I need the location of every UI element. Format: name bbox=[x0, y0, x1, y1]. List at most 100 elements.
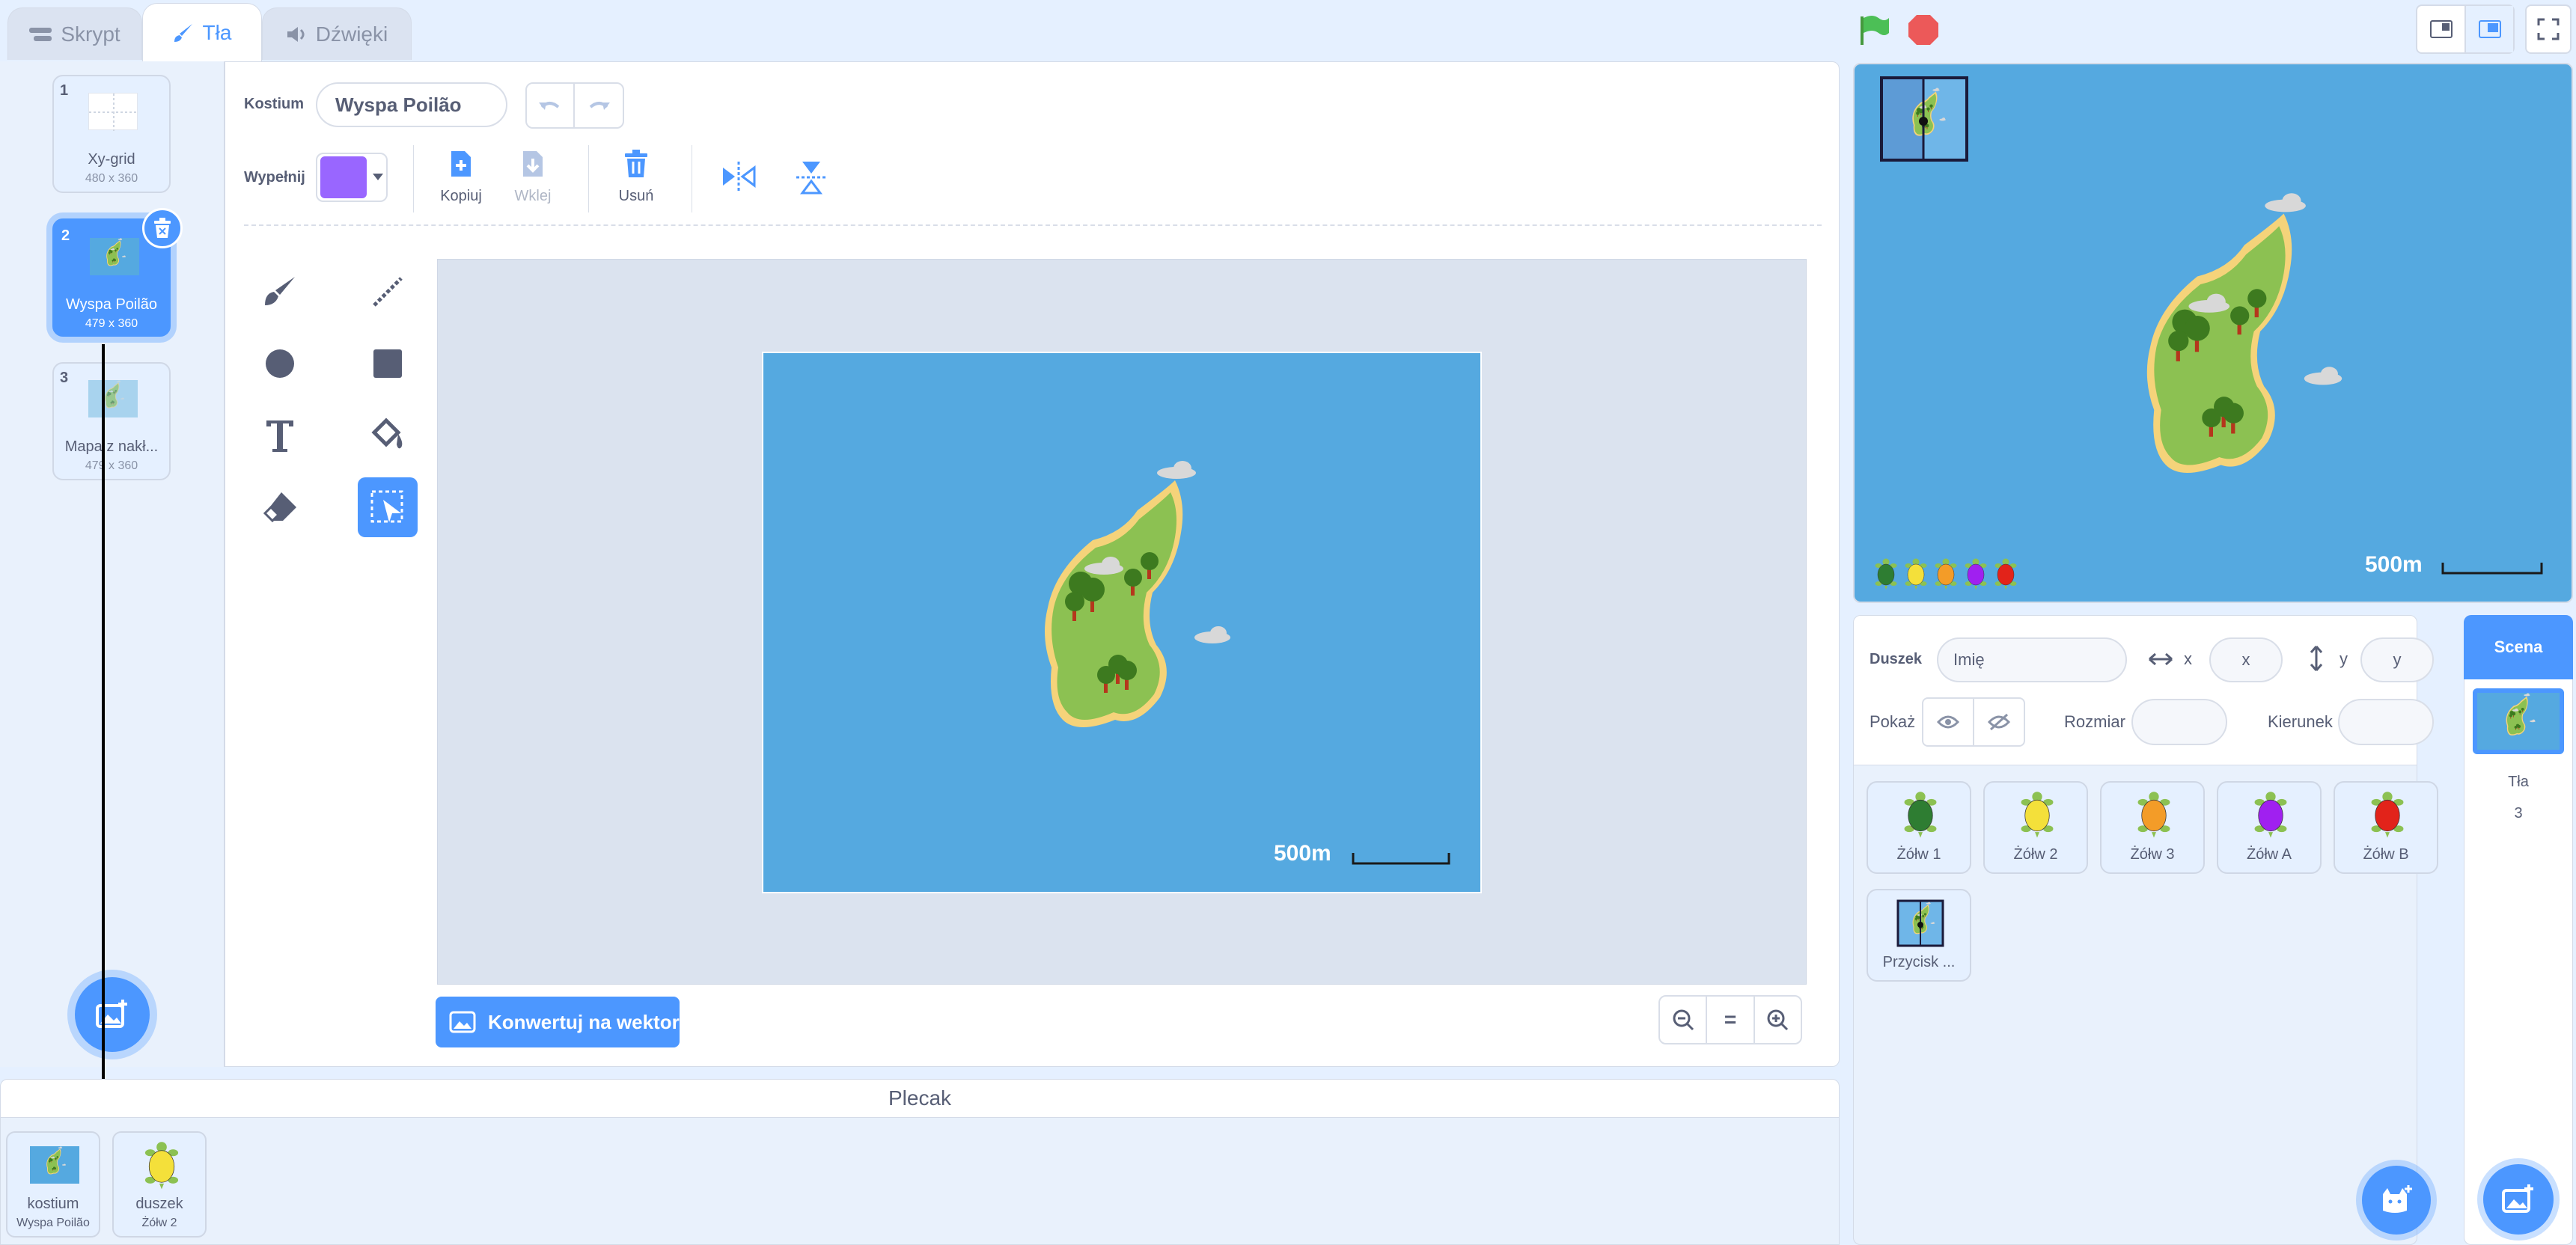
fullscreen-button[interactable] bbox=[2525, 4, 2572, 54]
stage-size-toggle bbox=[2416, 4, 2515, 54]
backpack-header[interactable]: Plecak bbox=[0, 1079, 1840, 1118]
y-field[interactable]: y bbox=[2360, 637, 2434, 682]
flip-horizontal-icon bbox=[721, 162, 756, 192]
text-tool[interactable] bbox=[250, 406, 310, 465]
select-tool[interactable] bbox=[358, 477, 418, 537]
speaker-icon bbox=[286, 25, 307, 43]
small-stage-icon bbox=[2429, 20, 2453, 38]
direction-field[interactable] bbox=[2338, 699, 2434, 745]
fill-color-picker[interactable] bbox=[316, 153, 388, 202]
undo-button[interactable] bbox=[527, 84, 575, 127]
image-icon bbox=[449, 1011, 476, 1033]
trash-icon bbox=[623, 150, 649, 178]
paste-button[interactable]: Wklej bbox=[509, 150, 557, 205]
delete-label: Usuń bbox=[618, 188, 654, 204]
fill-tool[interactable] bbox=[358, 406, 418, 465]
eraser-tool[interactable] bbox=[250, 477, 310, 537]
size-label: Rozmiar bbox=[2064, 712, 2125, 731]
fill-label: Wypełnij bbox=[244, 169, 305, 186]
sprite-name-field[interactable]: Imię bbox=[1937, 637, 2127, 682]
redo-button[interactable] bbox=[575, 84, 623, 127]
code-icon bbox=[29, 26, 52, 43]
select-icon bbox=[370, 489, 406, 525]
costume-item-1[interactable]: 1 Xy-grid 480 x 360 bbox=[52, 75, 171, 193]
flip-vertical-button[interactable] bbox=[796, 160, 826, 195]
turtle-icon bbox=[2362, 790, 2413, 841]
flip-horizontal-button[interactable] bbox=[721, 162, 756, 192]
undo-redo-group bbox=[525, 82, 624, 129]
costume-name: Wyspa Poilão bbox=[65, 296, 158, 313]
normal-stage-button[interactable] bbox=[2466, 6, 2513, 52]
backpack-item-costume[interactable]: kostium Wyspa Poilão bbox=[6, 1131, 100, 1238]
sprite-tile[interactable]: Żółw 1 bbox=[1867, 781, 1971, 874]
backpack-item-sprite[interactable]: duszek Żółw 2 bbox=[112, 1131, 207, 1238]
show-button[interactable] bbox=[1923, 699, 1974, 745]
delete-costume-button[interactable] bbox=[142, 208, 183, 248]
hide-button[interactable] bbox=[1974, 699, 2024, 745]
scene-header: Scena bbox=[2464, 615, 2573, 679]
zoom-out-button[interactable] bbox=[1660, 997, 1708, 1043]
paste-icon bbox=[520, 150, 546, 178]
add-backdrop-stage-button[interactable] bbox=[2483, 1164, 2554, 1235]
line-icon bbox=[371, 275, 404, 308]
costume-number: 3 bbox=[60, 370, 69, 386]
line-tool[interactable] bbox=[358, 262, 418, 322]
backpack-panel bbox=[0, 1118, 1840, 1245]
size-field[interactable] bbox=[2131, 699, 2227, 745]
paint-bucket-icon bbox=[368, 417, 407, 453]
zoom-out-icon bbox=[1672, 1009, 1694, 1031]
tab-sounds-label: Dźwięki bbox=[315, 22, 388, 46]
sprite-tile[interactable]: Żółw B bbox=[2334, 781, 2438, 874]
visibility-toggle bbox=[1922, 697, 2025, 747]
costume-thumbnail bbox=[30, 1146, 79, 1184]
rectangle-tool[interactable] bbox=[358, 334, 418, 394]
undo-icon bbox=[539, 98, 561, 113]
sprite-tile[interactable]: Przycisk ... bbox=[1867, 889, 1971, 982]
green-flag-button[interactable] bbox=[1858, 13, 1890, 46]
sprite-tile[interactable]: Żółw 3 bbox=[2100, 781, 2205, 874]
island-image bbox=[1045, 461, 1230, 727]
tab-code[interactable]: Skrypt bbox=[7, 7, 142, 60]
copy-button[interactable]: Kopiuj bbox=[437, 150, 485, 205]
scale-label: 500m bbox=[1274, 841, 1331, 866]
zoom-controls: = bbox=[1658, 995, 1802, 1044]
costume-size: 479 x 360 bbox=[85, 317, 138, 330]
brush-tool[interactable] bbox=[250, 262, 310, 322]
backdrop-canvas[interactable]: 500m bbox=[762, 352, 1482, 893]
circle-tool[interactable] bbox=[250, 334, 310, 394]
sprite-tile[interactable]: Żółw A bbox=[2217, 781, 2322, 874]
stage[interactable]: 500m bbox=[1853, 63, 2573, 603]
turtle-icon bbox=[2012, 790, 2063, 841]
zoom-in-button[interactable] bbox=[1755, 997, 1801, 1043]
x-field[interactable]: x bbox=[2209, 637, 2283, 682]
direction-label: Kierunek bbox=[2268, 712, 2333, 731]
y-arrows-icon bbox=[2308, 645, 2325, 672]
costume-name-field[interactable]: Wyspa Poilão bbox=[316, 82, 507, 127]
tab-sounds[interactable]: Dźwięki bbox=[262, 7, 412, 60]
scene-thumbnail[interactable] bbox=[2473, 688, 2564, 754]
sprite-tile[interactable]: Żółw 2 bbox=[1983, 781, 2088, 874]
tab-code-label: Skrypt bbox=[61, 22, 120, 46]
costume-size: 480 x 360 bbox=[85, 172, 138, 185]
stage-island-image bbox=[1875, 76, 2342, 590]
zoom-in-icon bbox=[1766, 1009, 1789, 1031]
stop-icon bbox=[1907, 13, 1940, 46]
small-stage-button[interactable] bbox=[2417, 6, 2466, 52]
convert-label: Konwertuj na wektor bbox=[488, 1010, 680, 1033]
backpack-item-type: kostium bbox=[27, 1196, 79, 1212]
sprite-name: Żółw 2 bbox=[2013, 846, 2058, 863]
drag-arrow bbox=[96, 344, 111, 1112]
sprite-name: Żółw B bbox=[2363, 846, 2409, 863]
sprite-name-placeholder: Imię bbox=[1953, 650, 1985, 669]
zoom-reset-button[interactable]: = bbox=[1707, 997, 1755, 1043]
copy-label: Kopiuj bbox=[440, 188, 482, 204]
convert-to-vector-button[interactable]: Konwertuj na wektor bbox=[436, 997, 680, 1047]
delete-button[interactable]: Usuń bbox=[612, 150, 660, 205]
cat-plus-icon bbox=[2380, 1185, 2413, 1215]
circle-icon bbox=[263, 347, 296, 380]
tab-backdrops[interactable]: Tła bbox=[142, 3, 262, 61]
stop-button[interactable] bbox=[1907, 13, 1940, 46]
stage-scale-label: 500m bbox=[2365, 552, 2423, 577]
turtle-icon bbox=[138, 1140, 186, 1193]
add-sprite-button[interactable] bbox=[2362, 1166, 2431, 1235]
